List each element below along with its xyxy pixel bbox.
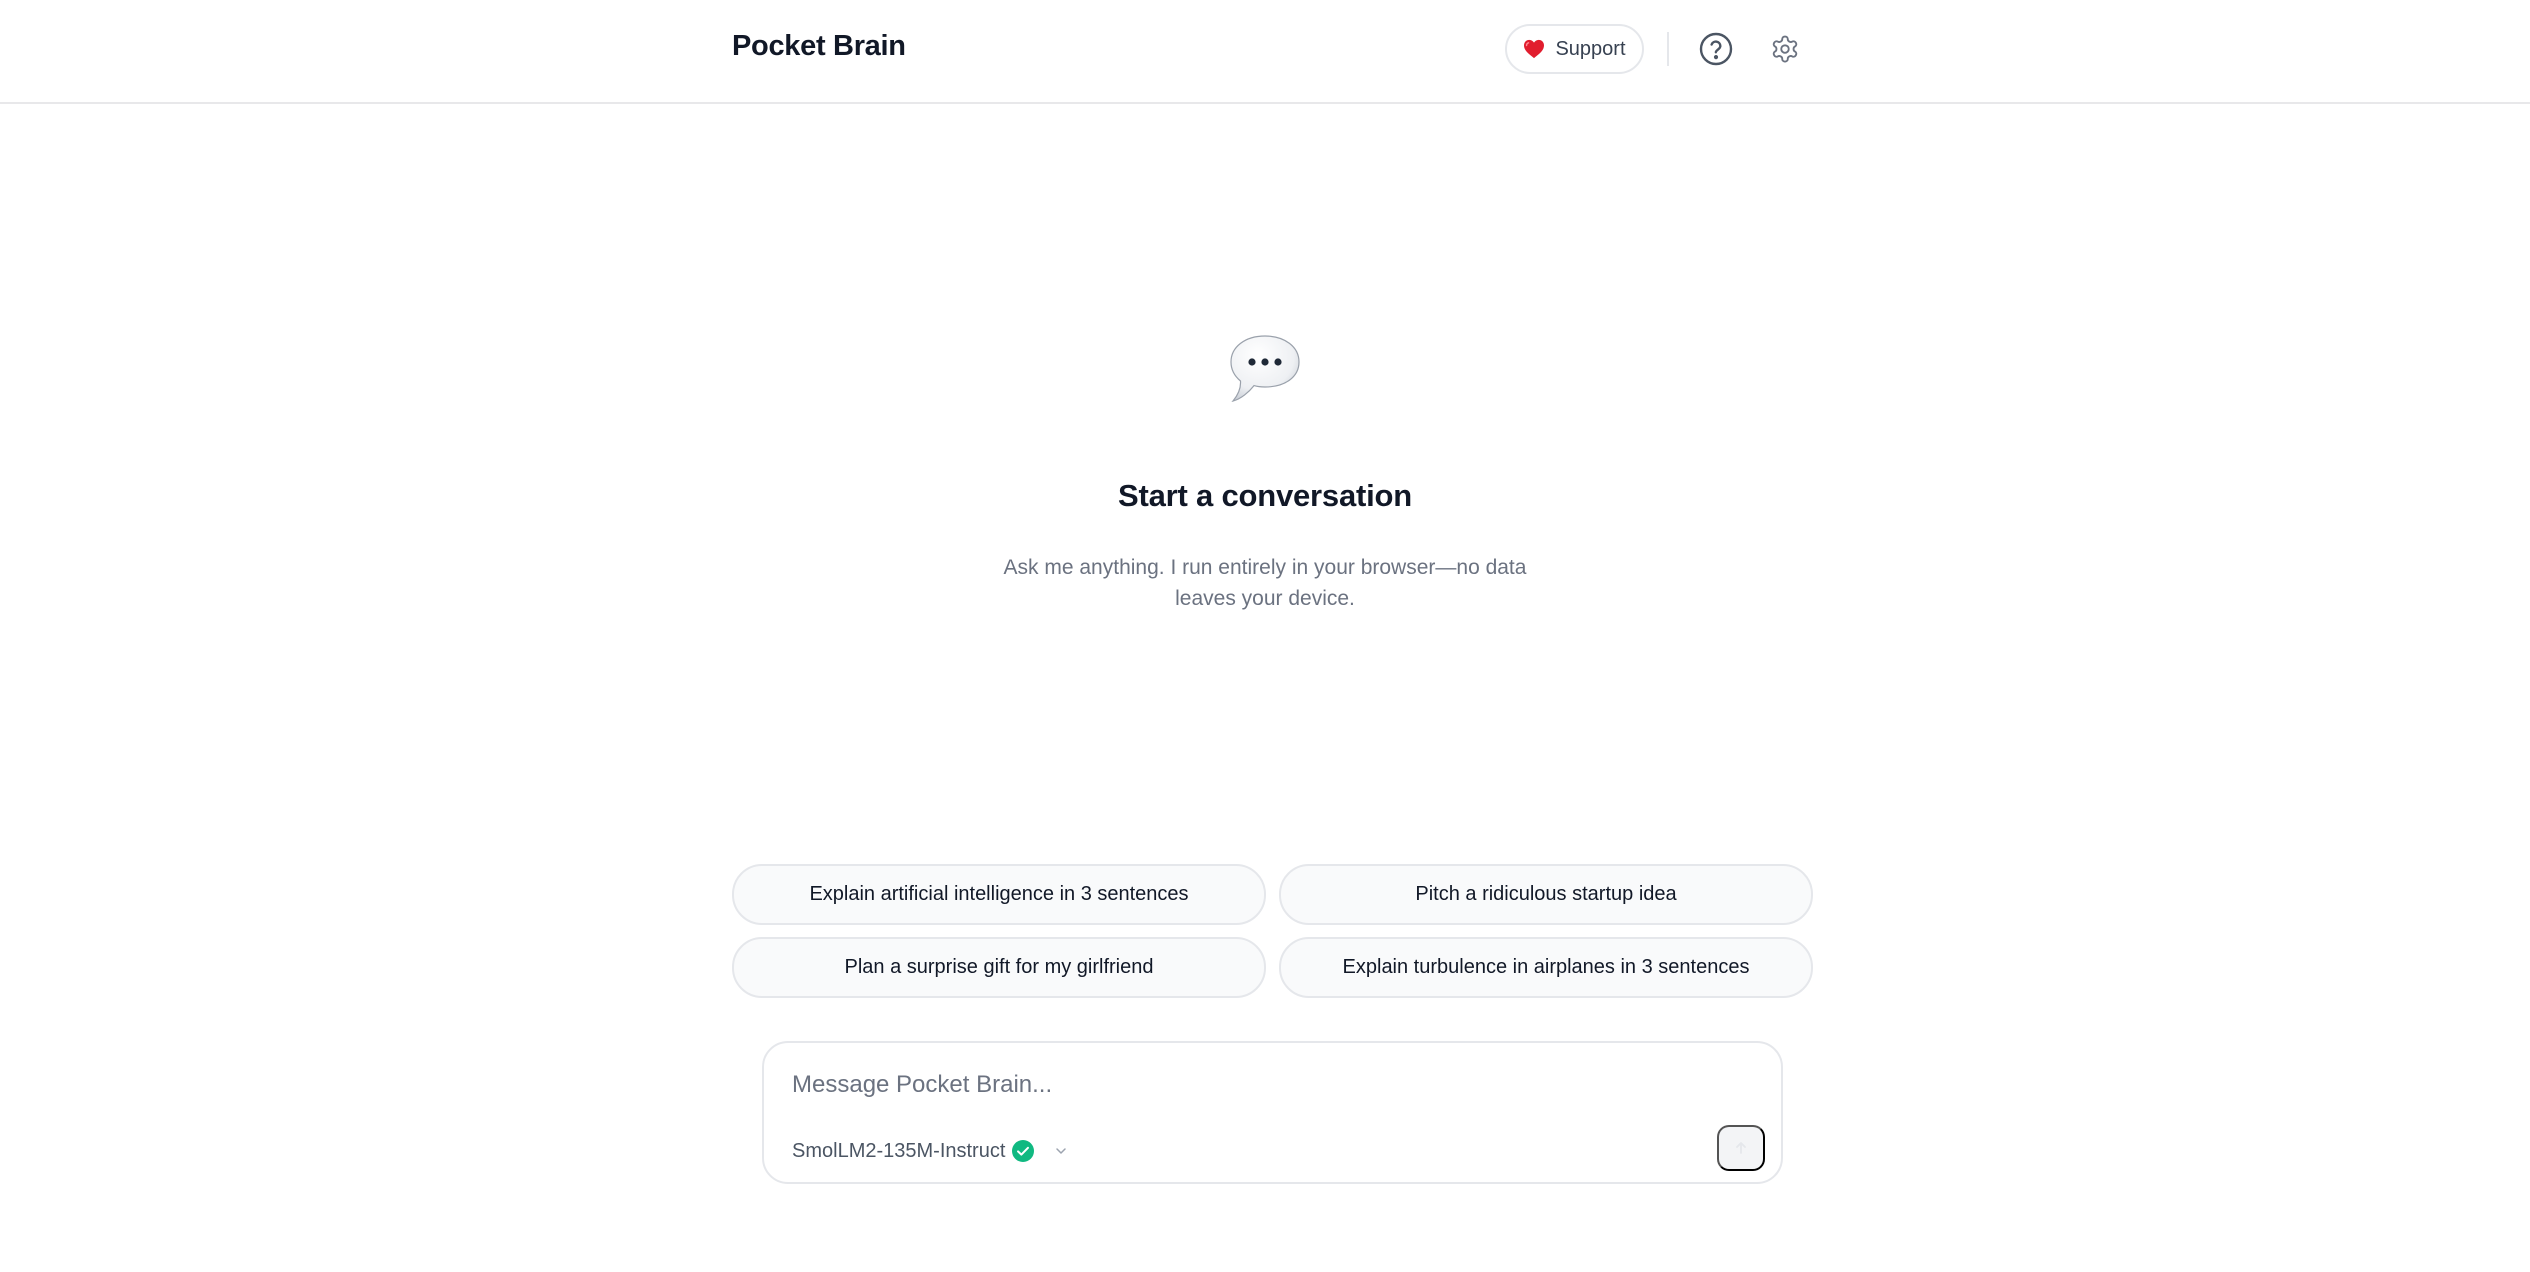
- suggestion-chip[interactable]: Pitch a ridiculous startup idea: [1279, 864, 1813, 925]
- model-selector[interactable]: SmolLM2-135M-Instruct: [792, 1136, 1069, 1166]
- header-divider: [1667, 32, 1669, 66]
- empty-state: Start a conversation Ask me anything. I …: [0, 330, 2530, 614]
- message-input[interactable]: [792, 1065, 1732, 1105]
- speech-bubble-icon: [1230, 335, 1300, 403]
- heart-icon: [1524, 39, 1545, 59]
- arrow-up-icon: [1736, 1142, 1746, 1154]
- support-button[interactable]: Support: [1505, 24, 1644, 74]
- empty-subtitle: Ask me anything. I run entirely in your …: [1003, 556, 1527, 610]
- model-name: SmolLM2-135M-Instruct: [792, 1139, 1006, 1162]
- suggestion-chip[interactable]: Explain turbulence in airplanes in 3 sen…: [1279, 937, 1813, 998]
- suggestion-chip[interactable]: Explain artificial intelligence in 3 sen…: [732, 864, 1266, 925]
- check-circle-icon: [1012, 1140, 1035, 1162]
- empty-title: Start a conversation: [1117, 478, 1413, 513]
- top-bar: Pocket Brain Support: [0, 0, 2530, 104]
- gear-icon: [1772, 35, 1798, 63]
- help-button[interactable]: [1694, 27, 1738, 71]
- settings-button[interactable]: [1763, 27, 1807, 71]
- suggestion-grid: Explain artificial intelligence in 3 sen…: [732, 864, 1813, 998]
- send-button[interactable]: [1717, 1125, 1765, 1171]
- support-label: Support: [1555, 37, 1626, 60]
- chevron-down-icon: [1056, 1148, 1067, 1154]
- suggestion-chip[interactable]: Plan a surprise gift for my girlfriend: [732, 937, 1266, 998]
- app-title: Pocket Brain: [732, 30, 906, 62]
- help-circle-icon: [1699, 32, 1733, 66]
- message-composer: SmolLM2-135M-Instruct: [762, 1041, 1783, 1184]
